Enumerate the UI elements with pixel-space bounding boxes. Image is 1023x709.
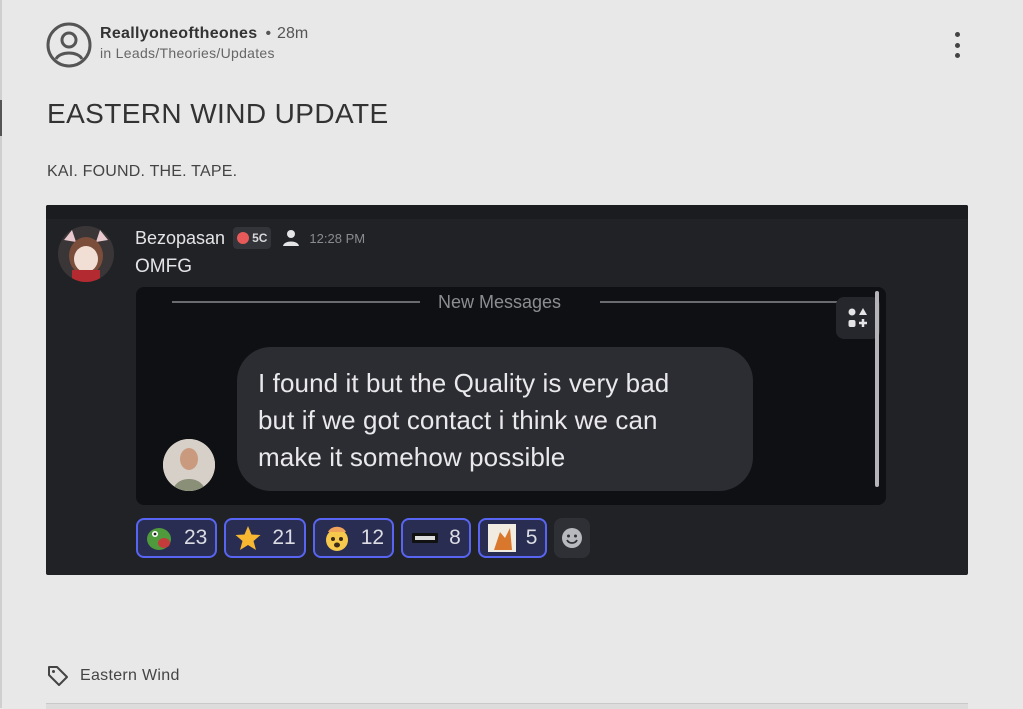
bubble-line: I found it but the Quality is very bad bbox=[258, 368, 670, 398]
bubble-line: but if we got contact i think we can bbox=[258, 405, 658, 435]
reaction-count: 23 bbox=[184, 526, 208, 549]
sender-avatar bbox=[163, 439, 215, 491]
server-tag-icon bbox=[237, 232, 250, 244]
discord-timestamp: 12:28 PM bbox=[309, 230, 366, 246]
apps-icon bbox=[836, 297, 880, 339]
post-body: KAI. FOUND. THE. TAPE. bbox=[47, 163, 238, 180]
new-messages-divider-left bbox=[172, 301, 420, 303]
meta-separator: • bbox=[265, 25, 272, 42]
server-tag-text: 5C bbox=[252, 231, 268, 245]
reaction-star[interactable]: 21 bbox=[224, 518, 306, 558]
reaction-count: 12 bbox=[360, 526, 385, 549]
tag-label: Eastern Wind bbox=[80, 667, 180, 684]
post-category[interactable]: in Leads/Theories/Updates bbox=[100, 45, 308, 61]
post-tag[interactable]: Eastern Wind bbox=[46, 664, 180, 688]
cat-icon bbox=[487, 524, 516, 552]
reaction-pepe[interactable]: 23 bbox=[136, 518, 218, 558]
more-options-icon[interactable] bbox=[946, 30, 968, 60]
post-time: 28m bbox=[277, 25, 309, 42]
user-avatar-icon[interactable] bbox=[46, 22, 92, 68]
reaction-custom-badge[interactable]: 8 bbox=[401, 518, 471, 558]
add-reaction-button[interactable] bbox=[554, 518, 591, 558]
star-icon bbox=[235, 526, 261, 550]
reaction-count: 21 bbox=[272, 526, 296, 549]
reaction-mind-blown[interactable]: 12 bbox=[312, 518, 395, 558]
discord-message: OMFG bbox=[135, 256, 192, 277]
bubble-line: make it somehow possible bbox=[258, 442, 566, 472]
smiley-icon bbox=[562, 528, 583, 548]
person-icon bbox=[283, 230, 300, 246]
server-tag-badge: 5C bbox=[233, 227, 272, 249]
left-border-accent bbox=[0, 100, 2, 136]
discord-header-row: Bezopasan 5C 12:28 PM bbox=[135, 227, 365, 249]
tag-icon bbox=[48, 666, 68, 686]
message-bubble: I found it but the Quality is very bad b… bbox=[237, 347, 753, 491]
reactions-bar: 23 21 12 8 5 bbox=[136, 518, 591, 558]
pepe-icon bbox=[147, 528, 171, 550]
custom-badge-icon bbox=[412, 533, 439, 543]
screenshot-topbar bbox=[46, 205, 968, 219]
reaction-count: 5 bbox=[525, 526, 538, 549]
post-meta: Reallyoneoftheones • 28m in Leads/Theori… bbox=[100, 25, 308, 61]
embedded-screenshot[interactable]: Bezopasan 5C 12:28 PM OMFG New Messages bbox=[46, 205, 968, 575]
scrollbar bbox=[875, 291, 879, 487]
inner-screenshot: New Messages I found it but the Quality … bbox=[136, 287, 886, 505]
author-name[interactable]: Reallyoneoftheones bbox=[100, 25, 257, 43]
mind-blown-icon bbox=[325, 526, 348, 551]
discord-username: Bezopasan bbox=[135, 227, 226, 248]
post-header: Reallyoneoftheones • 28m in Leads/Theori… bbox=[46, 22, 308, 68]
new-messages-divider-right bbox=[600, 301, 854, 303]
reaction-count: 8 bbox=[449, 526, 461, 549]
discord-avatar bbox=[58, 226, 114, 282]
new-messages-label: New Messages bbox=[438, 292, 562, 312]
reaction-cat[interactable]: 5 bbox=[477, 518, 548, 558]
bottom-divider bbox=[46, 703, 968, 709]
post-title: EASTERN WIND UPDATE bbox=[47, 98, 389, 129]
